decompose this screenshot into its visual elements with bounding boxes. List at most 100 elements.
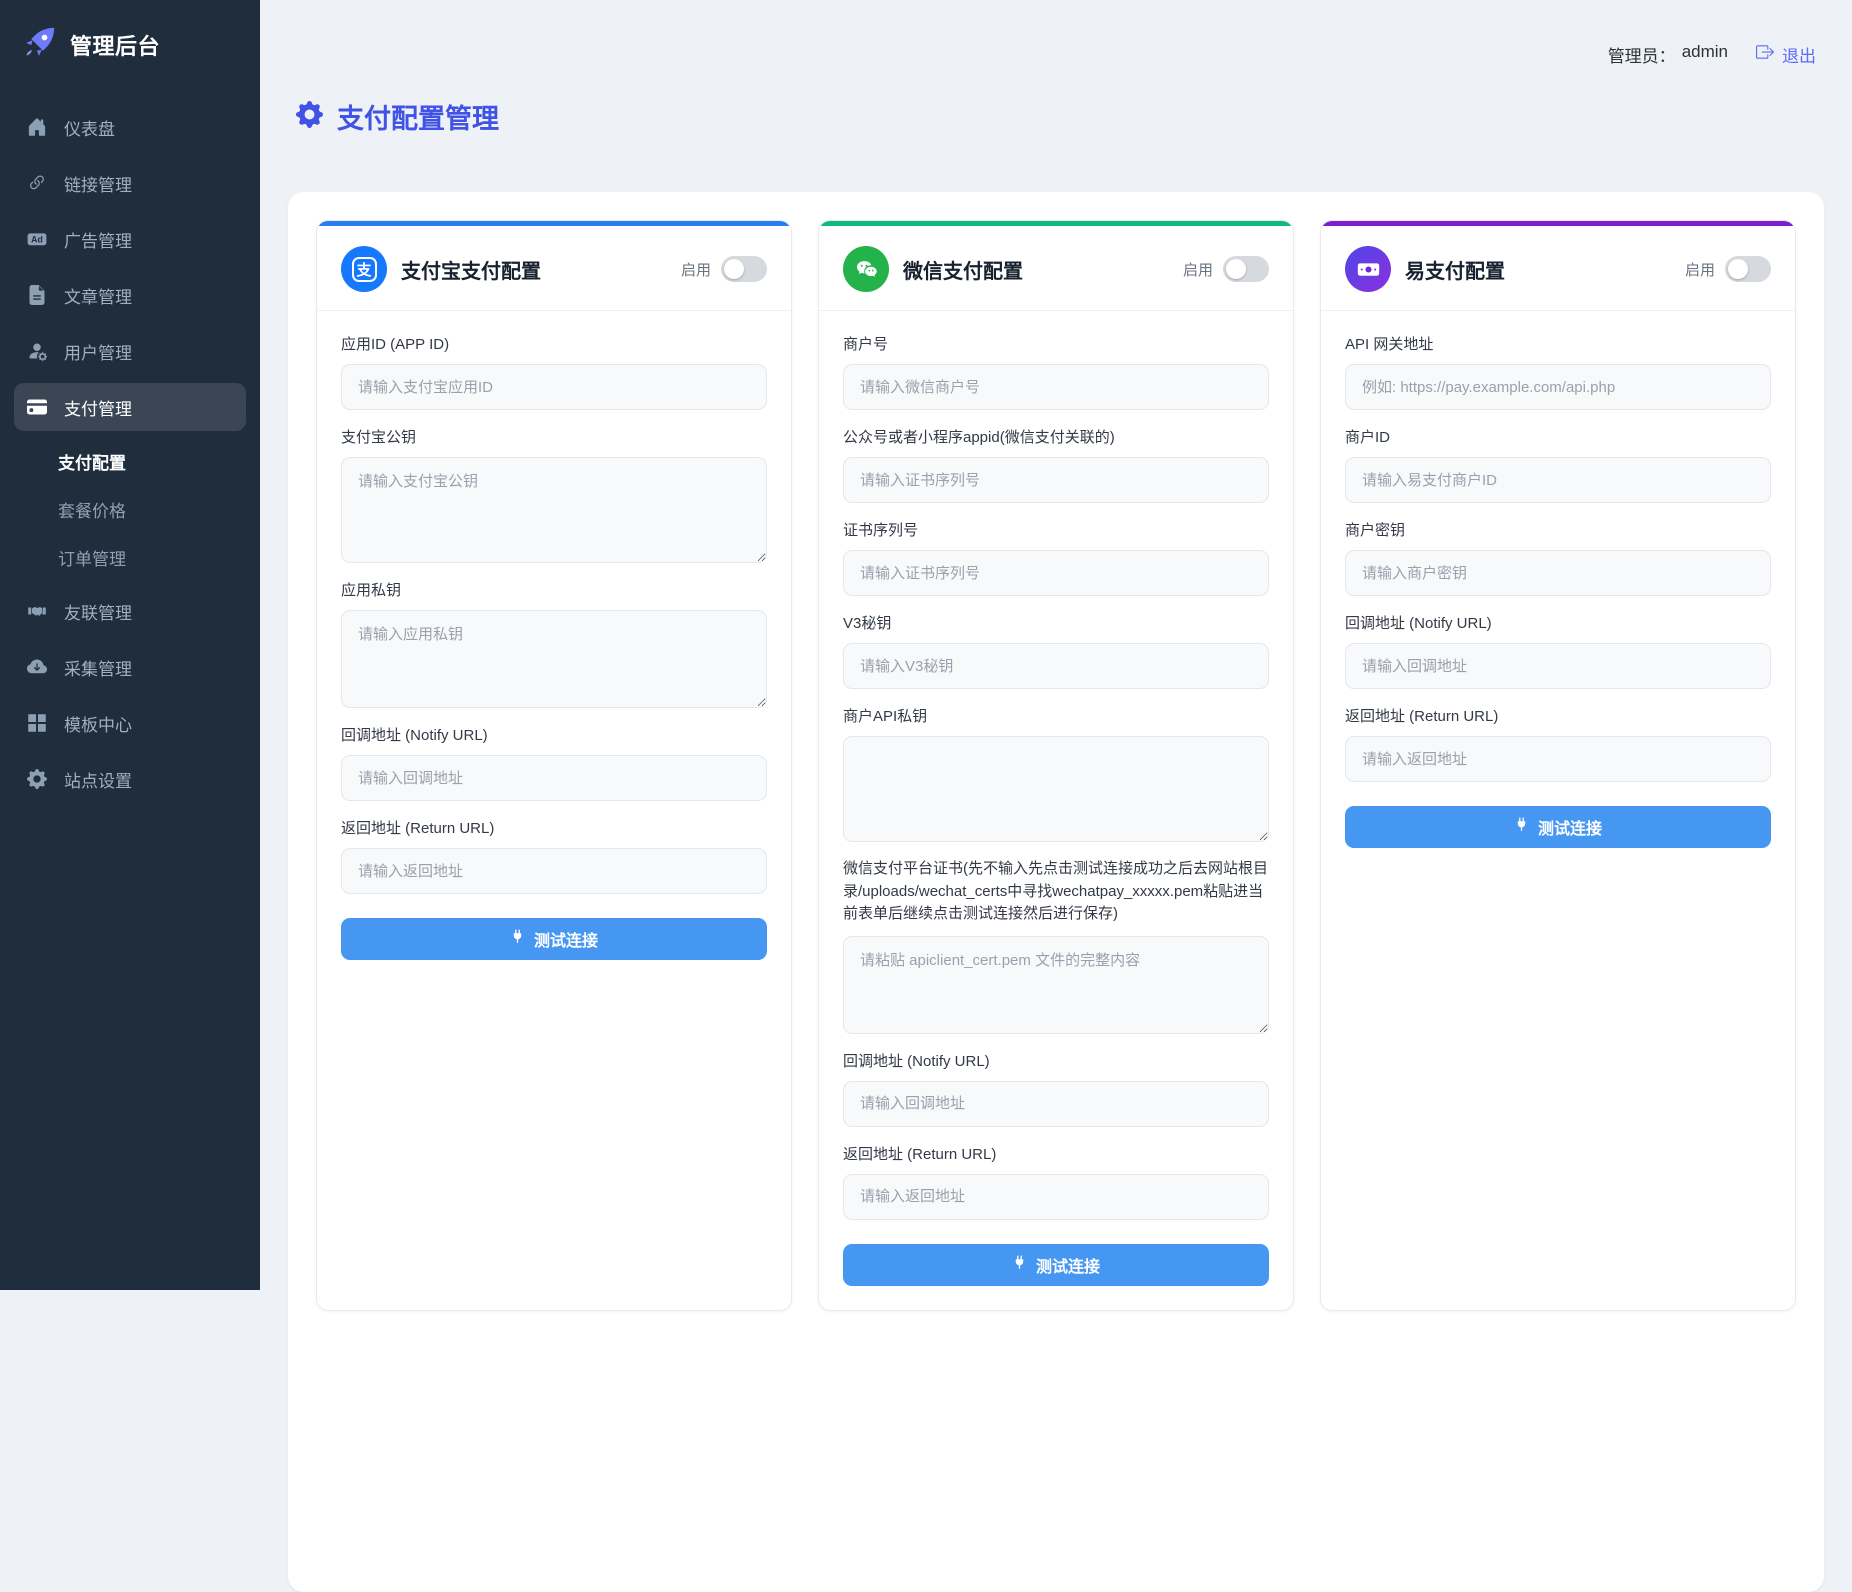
sidebar-item-label: 采集管理 (64, 659, 132, 679)
epay-merchant-key-input[interactable] (1345, 550, 1771, 596)
field-label: 返回地址 (Return URL) (1345, 708, 1499, 725)
link-icon (26, 173, 48, 193)
logout-link[interactable]: 退出 (1756, 42, 1816, 67)
sidebar-item-label: 用户管理 (64, 343, 132, 363)
sidebar-item-label: 模板中心 (64, 715, 132, 735)
field-label: 回调地址 (Notify URL) (1345, 615, 1492, 632)
sidebar-item-templates[interactable]: 模板中心 (14, 699, 246, 747)
sidebar-subitem-orders[interactable]: 订单管理 (14, 535, 246, 579)
epay-notify-url-input[interactable] (1345, 643, 1771, 689)
alipay-test-connection-button[interactable]: 测试连接 (341, 918, 767, 960)
sidebar: 管理后台 仪表盘 链接管理 Ad 广告管理 文章管理 用户管理 支付管理 支付配… (0, 0, 260, 1290)
sidebar-item-dashboard[interactable]: 仪表盘 (14, 103, 246, 151)
sidebar-item-friend-links[interactable]: 友联管理 (14, 587, 246, 635)
sidebar-subitem-package-pricing[interactable]: 套餐价格 (14, 487, 246, 531)
toggle-knob (724, 259, 744, 279)
gear-icon (26, 769, 48, 789)
wechat-enable-toggle[interactable] (1223, 256, 1269, 282)
card-title: 易支付配置 (1405, 260, 1505, 283)
sidebar-item-label: 仪表盘 (64, 119, 115, 139)
sidebar-subitem-label: 套餐价格 (58, 501, 126, 521)
enable-label: 启用 (1182, 261, 1213, 279)
sidebar-item-label: 文章管理 (64, 287, 132, 307)
topbar: 管理员： admin 退出 (260, 0, 1852, 67)
alipay-config-card: 支 支付宝支付配置 启用 应用ID (APP ID) 支付宝公钥 (316, 220, 792, 1311)
wechat-mchid-input[interactable] (843, 364, 1269, 410)
alipay-enable-toggle[interactable] (721, 256, 767, 282)
handshake-icon (26, 601, 48, 621)
sidebar-item-label: 站点设置 (64, 771, 132, 791)
alipay-public-key-textarea[interactable] (341, 457, 767, 563)
epay-gateway-input[interactable] (1345, 364, 1771, 410)
epay-test-connection-button[interactable]: 测试连接 (1345, 806, 1771, 848)
sidebar-item-payment[interactable]: 支付管理 (14, 383, 246, 431)
article-icon (26, 285, 48, 305)
wechat-test-connection-button[interactable]: 测试连接 (843, 1243, 1269, 1286)
sidebar-item-users[interactable]: 用户管理 (14, 327, 246, 375)
wechat-v3-key-input[interactable] (843, 643, 1269, 689)
field-label: 商户ID (1345, 429, 1391, 446)
logout-icon (1756, 43, 1775, 66)
user-gear-icon (26, 341, 48, 361)
card-header: 微信支付配置 启用 (819, 226, 1293, 311)
field-label: 返回地址 (Return URL) (341, 820, 495, 837)
plug-icon (1012, 1254, 1027, 1275)
alipay-notify-url-input[interactable] (341, 755, 767, 801)
card-header: 易支付配置 启用 (1321, 226, 1795, 311)
sidebar-item-ads[interactable]: Ad 广告管理 (14, 215, 246, 263)
cloud-download-icon (26, 657, 48, 677)
alipay-private-key-textarea[interactable] (341, 610, 767, 708)
wechat-cert-serial-input[interactable] (843, 550, 1269, 596)
field-label: 应用ID (APP ID) (341, 336, 450, 353)
grid-icon (26, 713, 48, 733)
enable-control: 启用 (681, 256, 767, 282)
app-title: 管理后台 (70, 33, 161, 59)
admin-info: 管理员： admin (1608, 42, 1728, 67)
plug-icon (1514, 817, 1529, 837)
alipay-icon: 支 (341, 246, 387, 292)
sidebar-item-label: 链接管理 (64, 175, 132, 195)
sidebar-subitem-payment-config[interactable]: 支付配置 (14, 439, 246, 483)
wechat-notify-url-input[interactable] (843, 1080, 1269, 1127)
wechat-config-card: 微信支付配置 启用 商户号 公众号或者小程序appid(微信支付关联的) (818, 220, 1294, 1311)
wechat-appid-input[interactable] (843, 457, 1269, 503)
ad-icon: Ad (26, 229, 48, 249)
test-button-label: 测试连接 (533, 933, 598, 950)
toggle-knob (1226, 259, 1246, 279)
sidebar-item-articles[interactable]: 文章管理 (14, 271, 246, 319)
field-label: V3秘钥 (843, 615, 892, 632)
banknote-icon (1345, 246, 1391, 292)
page-title: 支付配置管理 (296, 97, 1852, 136)
rocket-icon (22, 24, 58, 65)
wechat-icon (843, 246, 889, 292)
sidebar-item-site-settings[interactable]: 站点设置 (14, 755, 246, 803)
epay-merchant-id-input[interactable] (1345, 457, 1771, 503)
wechat-return-url-input[interactable] (843, 1173, 1269, 1220)
cards-grid: 支 支付宝支付配置 启用 应用ID (APP ID) 支付宝公钥 (316, 220, 1796, 1311)
logout-label: 退出 (1782, 47, 1816, 66)
epay-return-url-input[interactable] (1345, 736, 1771, 782)
home-icon (26, 117, 48, 137)
field-label: 返回地址 (Return URL) (843, 1145, 997, 1163)
epay-enable-toggle[interactable] (1725, 256, 1771, 282)
sidebar-item-collection[interactable]: 采集管理 (14, 643, 246, 691)
field-label: API 网关地址 (1345, 336, 1434, 353)
page-title-text: 支付配置管理 (337, 104, 499, 134)
enable-control: 启用 (1685, 256, 1771, 282)
card-body: 应用ID (APP ID) 支付宝公钥 应用私钥 回调地址 (Notify UR… (317, 311, 791, 984)
sidebar-item-label: 友联管理 (64, 603, 132, 623)
svg-text:Ad: Ad (31, 235, 43, 245)
wechat-api-private-key-textarea[interactable] (843, 736, 1269, 842)
enable-label: 启用 (1684, 261, 1715, 279)
field-label: 回调地址 (Notify URL) (843, 1052, 990, 1070)
field-label: 回调地址 (Notify URL) (341, 727, 488, 744)
wechat-platform-cert-textarea[interactable] (843, 935, 1269, 1034)
card-header: 支 支付宝支付配置 启用 (317, 226, 791, 311)
field-label: 商户密钥 (1345, 522, 1406, 539)
field-label: 支付宝公钥 (341, 429, 417, 446)
alipay-return-url-input[interactable] (341, 848, 767, 894)
sidebar-item-links[interactable]: 链接管理 (14, 159, 246, 207)
alipay-appid-input[interactable] (341, 364, 767, 410)
gear-icon (296, 100, 323, 133)
credit-card-icon (26, 397, 48, 417)
